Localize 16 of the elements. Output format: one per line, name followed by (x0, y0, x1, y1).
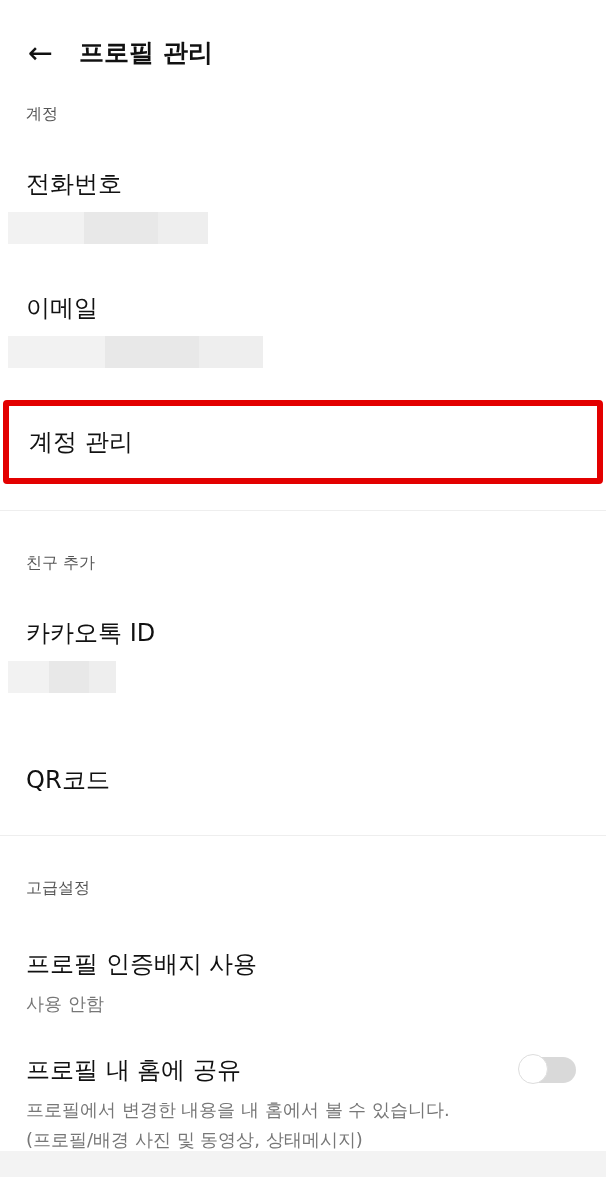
section-label: 친구 추가 (25, 553, 97, 574)
setting-note: (프로필/배경 사진 및 동영상, 상태메시지) (26, 1128, 364, 1152)
setting-title[interactable]: QR코드 (26, 764, 580, 796)
setting-title[interactable]: 전화번호 (26, 168, 580, 200)
setting-title[interactable]: 이메일 (26, 292, 580, 324)
section-label: 계정 (25, 104, 59, 125)
toggle-switch[interactable] (520, 1057, 576, 1083)
back-button[interactable]: ← (28, 34, 54, 70)
setting-title: 프로필 내 홈에 공유 (26, 1055, 241, 1086)
setting-description: 프로필에서 변경한 내용을 내 홈에서 볼 수 있습니다. (26, 1098, 451, 1122)
setting-title[interactable]: 카카오톡 ID (26, 617, 580, 649)
section-label: 고급설정 (25, 878, 91, 899)
page-title: 프로필 관리 (79, 36, 213, 69)
setting-value: 사용 안함 (26, 992, 105, 1016)
setting-title[interactable]: 계정 관리 (29, 426, 571, 458)
setting-title[interactable]: 프로필 인증배지 사용 (26, 948, 580, 980)
